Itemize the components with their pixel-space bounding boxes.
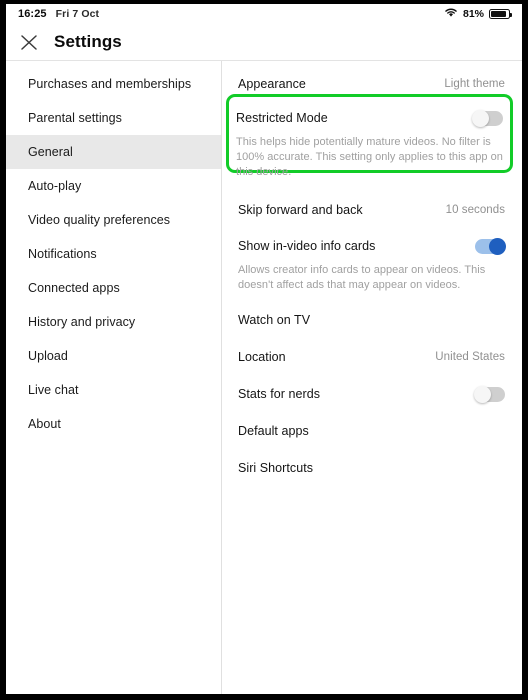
row-stats-for-nerds-label: Stats for nerds [238, 387, 321, 401]
row-siri-shortcuts[interactable]: Siri Shortcuts [236, 451, 507, 485]
app-header: Settings [6, 24, 522, 60]
sidebar-item-label: Connected apps [28, 281, 120, 295]
row-location-label: Location [238, 350, 286, 364]
sidebar-item-label: Notifications [28, 247, 97, 261]
sidebar-item-auto-play[interactable]: Auto-play [6, 169, 221, 203]
sidebar-item-purchases-and-memberships[interactable]: Purchases and memberships [6, 67, 221, 101]
sidebar-item-general[interactable]: General [6, 135, 221, 169]
status-bar-left: 16:25 Fri 7 Oct [18, 8, 99, 20]
sidebar-item-label: Purchases and memberships [28, 77, 192, 91]
row-watch-on-tv-label: Watch on TV [238, 313, 311, 327]
sidebar-item-label: Upload [28, 349, 68, 363]
sidebar-item-history-and-privacy[interactable]: History and privacy [6, 305, 221, 339]
status-time: 16:25 [18, 8, 47, 20]
sidebar-item-notifications[interactable]: Notifications [6, 237, 221, 271]
sidebar-item-label: General [28, 145, 73, 159]
row-location-value: United States [435, 351, 505, 363]
toggle-knob [472, 109, 489, 127]
row-stats-for-nerds[interactable]: Stats for nerds [236, 377, 507, 411]
wifi-icon [444, 5, 458, 23]
row-restricted-mode-description: This helps hide potentially mature video… [236, 136, 503, 178]
sidebar-item-label: About [28, 417, 61, 431]
restricted-mode-section: Restricted Mode This helps hide potentia… [226, 94, 513, 182]
sidebar-item-parental-settings[interactable]: Parental settings [6, 101, 221, 135]
device-bezel: 16:25 Fri 7 Oct 81% Settings Purchases a… [0, 0, 528, 700]
sidebar-item-connected-apps[interactable]: Connected apps [6, 271, 221, 305]
row-location[interactable]: Location United States [236, 340, 507, 374]
row-show-in-video-info-cards[interactable]: Show in-video info cards [236, 229, 507, 263]
close-icon[interactable] [18, 31, 40, 53]
row-restricted-mode[interactable]: Restricted Mode [236, 101, 503, 135]
sidebar-item-about[interactable]: About [6, 407, 221, 441]
status-date: Fri 7 Oct [55, 8, 100, 20]
toggle-knob [474, 385, 491, 403]
row-skip-forward-and-back[interactable]: Skip forward and back 10 seconds [236, 193, 507, 227]
row-restricted-mode-label: Restricted Mode [236, 111, 328, 125]
sidebar-item-label: Auto-play [28, 179, 82, 193]
restricted-mode-toggle[interactable] [472, 109, 503, 127]
row-skip-forward-and-back-value: 10 seconds [445, 204, 505, 216]
status-bar: 16:25 Fri 7 Oct 81% [6, 4, 522, 24]
row-skip-forward-and-back-label: Skip forward and back [238, 203, 363, 217]
status-bar-right: 81% [444, 5, 513, 23]
row-appearance-value: Light theme [444, 78, 505, 90]
row-watch-on-tv[interactable]: Watch on TV [236, 303, 507, 337]
row-show-in-video-info-cards-label: Show in-video info cards [238, 239, 376, 253]
battery-percent-label: 81% [462, 8, 484, 20]
sidebar-item-label: History and privacy [28, 315, 136, 329]
row-default-apps-label: Default apps [238, 424, 309, 438]
page-title: Settings [54, 32, 122, 51]
settings-main-panel: Appearance Light theme Restricted Mode T… [222, 61, 521, 694]
row-siri-shortcuts-label: Siri Shortcuts [238, 461, 314, 475]
row-show-in-video-info-cards-description: Allows creator info cards to appear on v… [238, 264, 486, 291]
row-appearance-label: Appearance [238, 77, 306, 91]
sidebar-item-label: Video quality preferences [28, 213, 171, 227]
sidebar-item-label: Live chat [28, 383, 79, 397]
screen: 16:25 Fri 7 Oct 81% Settings Purchases a… [6, 4, 522, 694]
row-default-apps[interactable]: Default apps [236, 414, 507, 448]
content-panes: Purchases and memberships Parental setti… [6, 61, 522, 694]
sidebar-item-video-quality-preferences[interactable]: Video quality preferences [6, 203, 221, 237]
sidebar-item-label: Parental settings [28, 111, 122, 125]
info-cards-toggle[interactable] [475, 237, 506, 255]
settings-sidebar: Purchases and memberships Parental setti… [6, 61, 222, 694]
sidebar-item-live-chat[interactable]: Live chat [6, 373, 221, 407]
sidebar-item-upload[interactable]: Upload [6, 339, 221, 373]
toggle-knob [489, 237, 506, 255]
battery-icon [489, 9, 513, 19]
stats-for-nerds-toggle[interactable] [474, 385, 505, 403]
